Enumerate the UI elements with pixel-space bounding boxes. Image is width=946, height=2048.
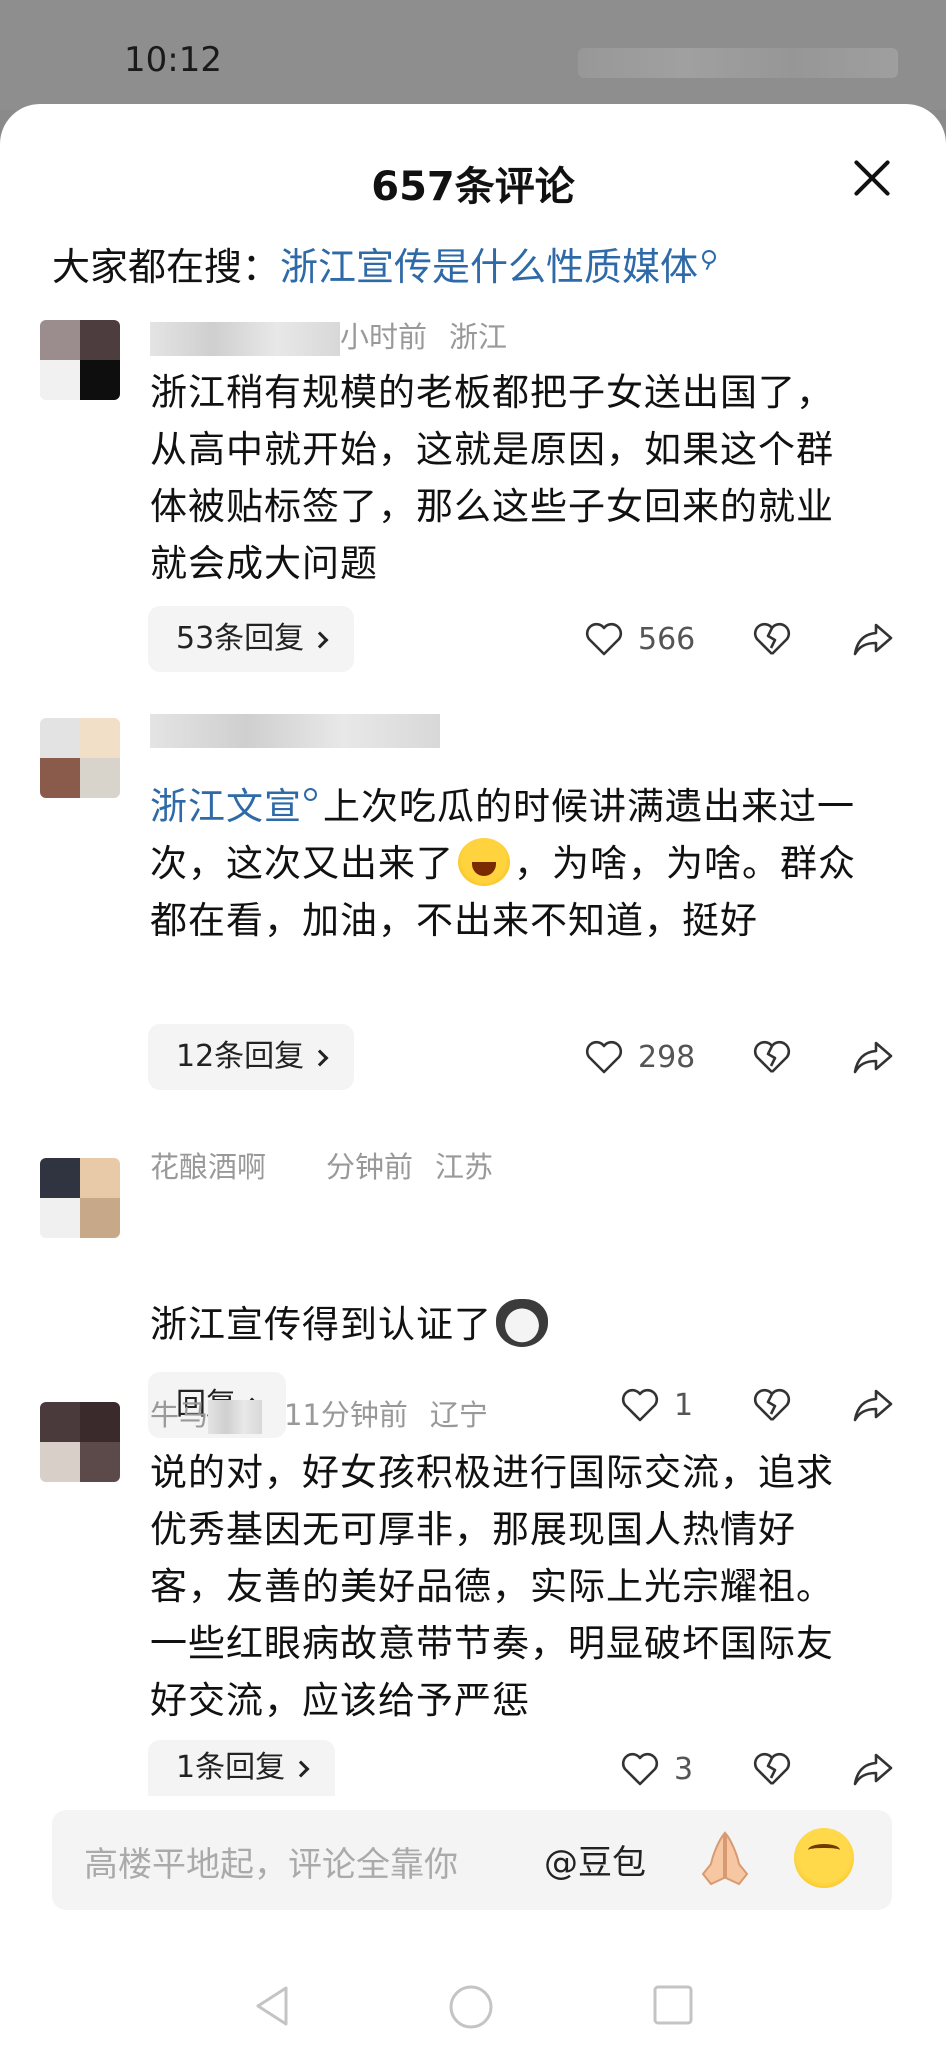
reply-label: 12条回复 bbox=[176, 1039, 305, 1074]
share-arrow-icon[interactable] bbox=[852, 1039, 894, 1075]
like-button[interactable]: 1 bbox=[620, 1372, 693, 1438]
smirk-emoji-icon[interactable] bbox=[794, 1828, 854, 1888]
view-replies-button[interactable]: 53条回复 bbox=[148, 606, 355, 672]
like-count: 3 bbox=[674, 1751, 694, 1787]
comment-location: 辽宁 bbox=[429, 1398, 488, 1432]
mention-link[interactable]: 浙江文宣 bbox=[150, 785, 302, 828]
like-count: 1 bbox=[674, 1387, 694, 1423]
comment-actions: 566 bbox=[584, 606, 904, 672]
comments-count-title: 657条评论 bbox=[371, 164, 575, 210]
comment-text: 说的对，好女孩积极进行国际交流，追求优秀基因无可厚非，那展现国人热情好客，友善的… bbox=[150, 1451, 834, 1722]
trending-search-label: 大家都在搜： bbox=[52, 245, 281, 289]
comment-actions: 298 bbox=[584, 1024, 904, 1090]
broken-heart-icon[interactable] bbox=[752, 1751, 792, 1787]
heart-outline-icon bbox=[620, 1751, 660, 1787]
like-count: 298 bbox=[638, 1039, 696, 1075]
comment-meta bbox=[150, 712, 444, 748]
reply-label: 53条回复 bbox=[176, 621, 305, 656]
comment-input[interactable]: 高楼平地起，评论全靠你 @豆包 bbox=[52, 1810, 892, 1910]
comment-location: 江苏 bbox=[435, 1150, 494, 1184]
comments-sheet: 657条评论 大家都在搜：浙江宣传是什么性质媒体 小时前 浙江 浙江稍有规模的老板… bbox=[0, 104, 946, 2048]
reply-label: 1条回复 bbox=[176, 1750, 286, 1785]
comment-text: 浙江宣传得到认证了 bbox=[150, 1296, 870, 1353]
comment-actions: 3 bbox=[620, 1736, 910, 1802]
recent-apps-icon[interactable] bbox=[652, 1984, 694, 2030]
like-button[interactable]: 566 bbox=[584, 606, 695, 672]
share-arrow-icon[interactable] bbox=[852, 1751, 894, 1787]
comment-input-placeholder: 高楼平地起，评论全靠你 bbox=[84, 1845, 458, 1885]
like-count: 566 bbox=[638, 621, 696, 657]
broken-heart-icon[interactable] bbox=[752, 621, 792, 657]
broken-heart-icon[interactable] bbox=[752, 1387, 792, 1423]
status-time: 10:12 bbox=[124, 40, 222, 80]
comment-username[interactable]: 牛马 bbox=[150, 1398, 208, 1432]
comment-time: 分钟前 bbox=[326, 1150, 414, 1184]
system-nav-bar bbox=[0, 1964, 946, 2048]
heart-outline-icon bbox=[584, 1039, 624, 1075]
status-icons bbox=[578, 48, 898, 78]
avatar[interactable] bbox=[40, 1158, 120, 1238]
avatar[interactable] bbox=[40, 320, 120, 400]
comment-meta: 小时前 浙江 bbox=[150, 314, 529, 356]
chevron-right-icon bbox=[311, 1049, 329, 1067]
comment-actions: 1 bbox=[620, 1372, 910, 1438]
username-blurred bbox=[150, 322, 340, 356]
chevron-right-icon bbox=[311, 631, 329, 649]
search-icon bbox=[702, 250, 717, 264]
close-icon[interactable] bbox=[850, 156, 894, 200]
trending-search: 大家都在搜：浙江宣传是什么性质媒体 bbox=[52, 236, 717, 291]
home-icon[interactable] bbox=[448, 1984, 494, 2034]
share-arrow-icon[interactable] bbox=[852, 621, 894, 657]
chevron-right-icon bbox=[292, 1760, 310, 1778]
back-icon[interactable] bbox=[252, 1984, 292, 2032]
comment-location: 浙江 bbox=[449, 320, 508, 354]
laughing-crying-emoji-icon bbox=[458, 837, 510, 886]
praying-hands-emoji-icon[interactable] bbox=[697, 1830, 753, 1888]
comment-text: 浙江稍有规模的老板都把子女送出国了，从高中就开始，这就是原因，如果这个群体被贴标… bbox=[150, 371, 834, 585]
comment-meta: 花酿酒啊 分钟前 江苏 bbox=[150, 1144, 515, 1186]
comment-meta: 牛马 11分钟前 辽宁 bbox=[150, 1392, 510, 1434]
comment-time: 小时前 bbox=[340, 320, 428, 354]
comment-username[interactable]: 花酿酒啊 bbox=[150, 1150, 266, 1184]
comment-time: 11分钟前 bbox=[284, 1398, 408, 1432]
avatar[interactable] bbox=[40, 1402, 120, 1482]
heart-outline-icon bbox=[620, 1387, 660, 1423]
trending-search-link[interactable]: 浙江宣传是什么性质媒体 bbox=[280, 245, 698, 289]
husky-dog-emoji-icon bbox=[496, 1298, 548, 1347]
heart-outline-icon bbox=[584, 621, 624, 657]
comment-text: 浙江文宣 上次吃瓜的时候讲满遗出来过一次，这次又出来了 ，为啥，为啥。群众都在看，加… bbox=[150, 778, 870, 949]
avatar[interactable] bbox=[40, 718, 120, 798]
view-replies-button[interactable]: 12条回复 bbox=[148, 1024, 355, 1090]
like-button[interactable]: 3 bbox=[620, 1736, 693, 1802]
username-blurred bbox=[208, 1400, 263, 1434]
share-arrow-icon[interactable] bbox=[852, 1387, 894, 1423]
username-blurred bbox=[150, 714, 440, 748]
like-button[interactable]: 298 bbox=[584, 1024, 695, 1090]
broken-heart-icon[interactable] bbox=[752, 1039, 792, 1075]
view-replies-button[interactable]: 1条回复 bbox=[148, 1740, 336, 1796]
status-bar: 10:12 bbox=[0, 0, 946, 110]
comment-text-part: 浙江宣传得到认证了 bbox=[150, 1303, 492, 1346]
search-icon bbox=[304, 788, 317, 801]
mention-doubao-button[interactable]: @豆包 bbox=[544, 1835, 646, 1884]
